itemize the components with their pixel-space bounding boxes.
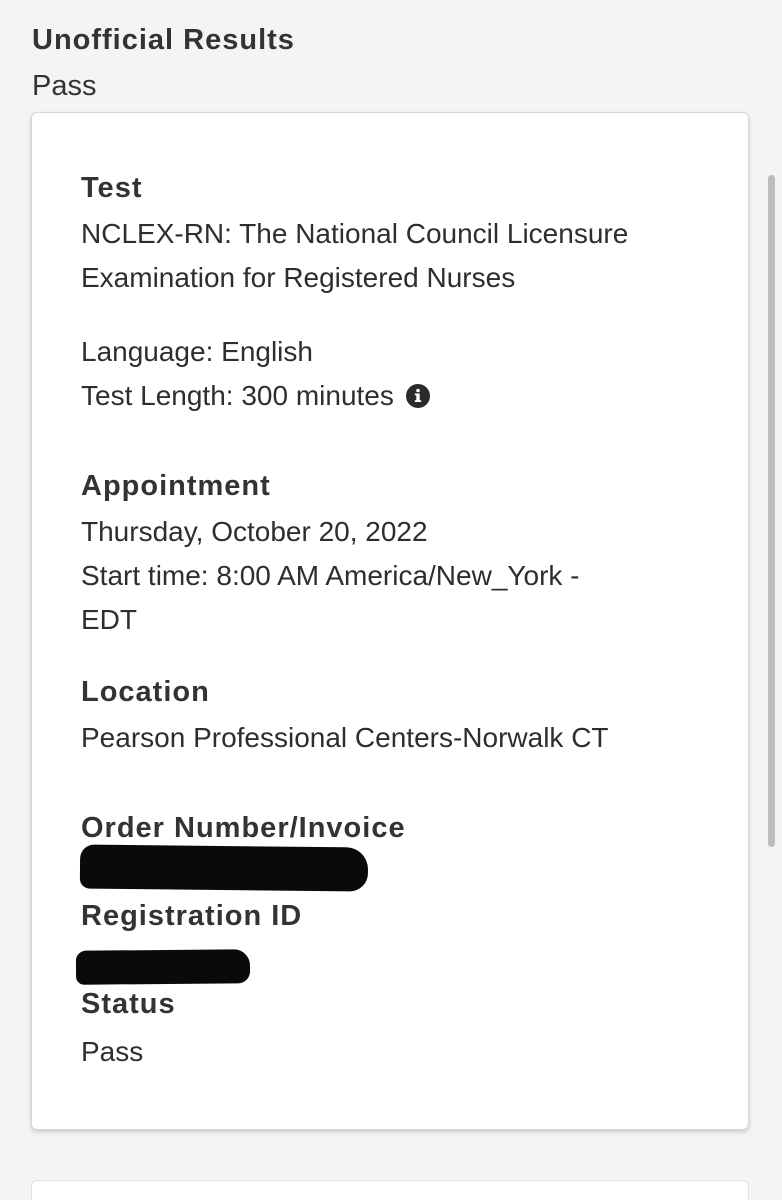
test-length-row: Test Length: 300 minutes xyxy=(81,374,430,418)
status-value: Pass xyxy=(81,1036,144,1067)
result-summary: Pass xyxy=(32,70,97,102)
test-name-line2: Examination for Registered Nurses xyxy=(81,262,516,293)
location-value: Pearson Professional Centers-Norwalk CT xyxy=(81,722,609,753)
order-number-redaction xyxy=(79,844,369,892)
registration-id-label: Registration ID xyxy=(81,900,303,932)
results-page: Unofficial Results Pass Test NCLEX-RN: T… xyxy=(0,0,782,1200)
test-label: Test xyxy=(81,172,143,204)
next-card xyxy=(31,1180,749,1200)
language-text: Language: English xyxy=(81,336,313,367)
registration-id-redaction xyxy=(75,949,251,985)
info-circle-icon[interactable] xyxy=(405,377,430,408)
appointment-date: Thursday, October 20, 2022 xyxy=(81,516,428,547)
location-label: Location xyxy=(81,676,210,708)
scrollbar[interactable] xyxy=(768,175,775,847)
start-time-line2: EDT xyxy=(81,604,137,635)
test-length-text: Test Length: 300 minutes xyxy=(81,380,394,411)
page-title: Unofficial Results xyxy=(32,24,295,56)
appointment-label: Appointment xyxy=(81,470,271,502)
order-number-label: Order Number/Invoice xyxy=(81,812,406,844)
start-time-line1: Start time: 8:00 AM America/New_York - xyxy=(81,560,580,591)
status-label: Status xyxy=(81,988,176,1020)
test-name-line1: NCLEX-RN: The National Council Licensure xyxy=(81,218,629,249)
